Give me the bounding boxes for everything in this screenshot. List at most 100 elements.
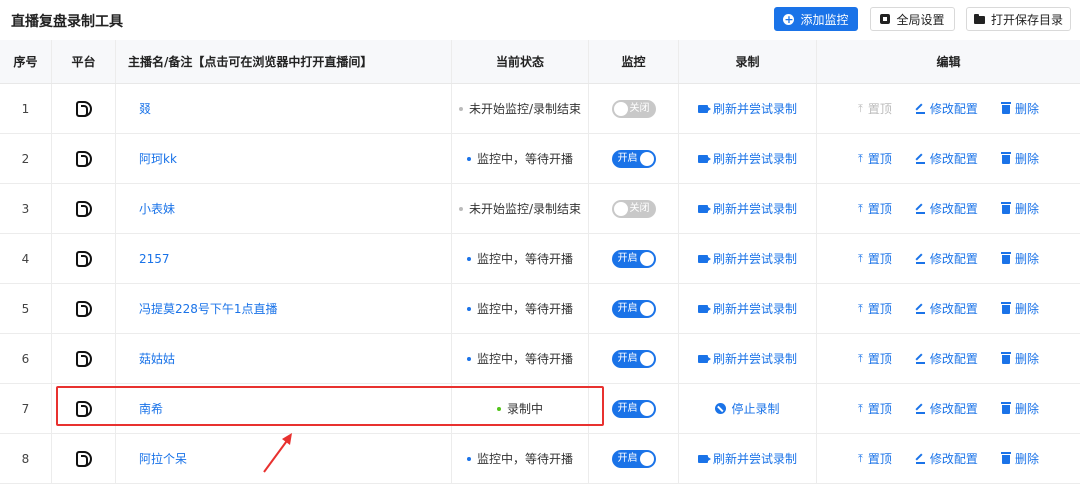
pin-top-icon: ⤒ bbox=[858, 301, 863, 315]
record-action-link[interactable]: 停止录制 bbox=[715, 400, 780, 417]
monitor-cell: 开启 bbox=[589, 134, 679, 183]
table-body: 1 叕未开始监控/录制结束 关闭 刷新并尝试录制 ⤒ 置顶 修改配置 删除 2 阿珂kk 监控中，等… bbox=[0, 84, 1080, 484]
status-label: 监控中，等待开播 bbox=[476, 452, 573, 466]
monitor-cell: 开启 bbox=[589, 234, 679, 283]
global-settings-button[interactable]: 全局设置 bbox=[870, 7, 955, 31]
toggle-label: 开启 bbox=[617, 152, 638, 164]
streamer-name-link[interactable]: 叕 bbox=[139, 100, 151, 117]
monitor-toggle[interactable]: 开启 bbox=[611, 249, 656, 268]
delete-button[interactable]: 删除 bbox=[1000, 300, 1039, 317]
row-index: 7 bbox=[21, 401, 30, 416]
streamer-name-link[interactable]: 小表妹 bbox=[139, 200, 175, 217]
record-cell: 刷新并尝试录制 bbox=[679, 284, 817, 333]
trash-icon bbox=[1000, 302, 1011, 314]
col-platform: 平台 bbox=[52, 40, 116, 83]
pin-top-button[interactable]: ⤒ 置顶 bbox=[858, 350, 892, 367]
status-dot-icon bbox=[466, 156, 471, 161]
status-cell: 监控中，等待开播 bbox=[452, 134, 589, 183]
pin-top-button[interactable]: ⤒ 置顶 bbox=[858, 450, 892, 467]
edit-config-button[interactable]: 修改配置 bbox=[915, 350, 978, 367]
row-index-cell: 6 bbox=[0, 334, 52, 383]
record-action-link[interactable]: 刷新并尝试录制 bbox=[697, 450, 797, 467]
row-index-cell: 3 bbox=[0, 184, 52, 233]
monitor-toggle[interactable]: 开启 bbox=[611, 149, 656, 168]
monitor-toggle[interactable]: 关闭 bbox=[611, 99, 656, 118]
edit-cell: ⤒ 置顶 修改配置 删除 bbox=[817, 434, 1080, 483]
row-index-cell: 7 bbox=[0, 384, 52, 433]
streamer-name-link[interactable]: 2157 bbox=[139, 252, 170, 266]
edit-config-button[interactable]: 修改配置 bbox=[915, 300, 978, 317]
toggle-knob bbox=[639, 401, 654, 416]
pin-top-button[interactable]: ⤒ 置顶 bbox=[858, 400, 892, 417]
platform-logo-icon bbox=[75, 300, 92, 317]
edit-config-button[interactable]: 修改配置 bbox=[915, 250, 978, 267]
add-monitor-button[interactable]: + 添加监控 bbox=[774, 7, 858, 31]
delete-button[interactable]: 删除 bbox=[1000, 450, 1039, 467]
delete-button[interactable]: 删除 bbox=[1000, 100, 1039, 117]
pin-top-icon: ⤒ bbox=[858, 201, 863, 215]
row-index-cell: 1 bbox=[0, 84, 52, 133]
status-text: 监控中，等待开播 bbox=[466, 450, 573, 467]
edit-config-button[interactable]: 修改配置 bbox=[915, 450, 978, 467]
monitor-toggle[interactable]: 开启 bbox=[611, 399, 656, 418]
edit-config-button[interactable]: 修改配置 bbox=[915, 400, 978, 417]
monitor-toggle[interactable]: 开启 bbox=[611, 349, 656, 368]
table-row: 8 阿拉个呆 监控中，等待开播 开启 刷新并尝试录制 ⤒ 置顶 修改配置 删除 bbox=[0, 434, 1080, 484]
row-index: 4 bbox=[21, 251, 30, 266]
streamer-name-link[interactable]: 冯提莫228号下午1点直播 bbox=[139, 300, 278, 317]
record-action-label: 刷新并尝试录制 bbox=[712, 452, 797, 466]
delete-button[interactable]: 删除 bbox=[1000, 400, 1039, 417]
toggle-label: 开启 bbox=[617, 402, 638, 414]
app-title: 直播复盘录制工具 bbox=[11, 14, 123, 30]
record-action-link[interactable]: 刷新并尝试录制 bbox=[697, 300, 797, 317]
status-text: 未开始监控/录制结束 bbox=[458, 100, 581, 117]
platform-logo-icon bbox=[75, 350, 92, 367]
edit-config-button[interactable]: 修改配置 bbox=[915, 100, 978, 117]
pin-top-button[interactable]: ⤒ 置顶 bbox=[858, 200, 892, 217]
pin-top-icon: ⤒ bbox=[858, 451, 863, 465]
streamer-name-link[interactable]: 阿珂kk bbox=[139, 150, 177, 167]
streamer-name-link[interactable]: 南希 bbox=[139, 400, 163, 417]
settings-icon bbox=[880, 14, 891, 24]
edit-config-button[interactable]: 修改配置 bbox=[915, 200, 978, 217]
record-action-link[interactable]: 刷新并尝试录制 bbox=[697, 250, 797, 267]
edit-config-label: 修改配置 bbox=[929, 452, 978, 466]
record-action-link[interactable]: 刷新并尝试录制 bbox=[697, 350, 797, 367]
pin-top-button[interactable]: ⤒ 置顶 bbox=[858, 250, 892, 267]
table-row: 7 南希 录制中 开启 停止录制 ⤒ 置顶 修改配置 删除 bbox=[0, 384, 1080, 434]
streamer-name-link[interactable]: 阿拉个呆 bbox=[139, 450, 187, 467]
pin-top-button[interactable]: ⤒ 置顶 bbox=[858, 300, 892, 317]
pin-top-label: 置顶 bbox=[867, 352, 892, 366]
status-text: 未开始监控/录制结束 bbox=[458, 200, 581, 217]
toggle-label: 开启 bbox=[617, 452, 638, 464]
record-action-link[interactable]: 刷新并尝试录制 bbox=[697, 100, 797, 117]
record-action-link[interactable]: 刷新并尝试录制 bbox=[697, 200, 797, 217]
open-save-dir-label: 打开保存目录 bbox=[990, 12, 1063, 27]
delete-button[interactable]: 删除 bbox=[1000, 250, 1039, 267]
delete-label: 删除 bbox=[1014, 252, 1039, 266]
pin-top-icon: ⤒ bbox=[858, 351, 863, 365]
delete-label: 删除 bbox=[1014, 352, 1039, 366]
delete-label: 删除 bbox=[1014, 452, 1039, 466]
pin-top-button[interactable]: ⤒ 置顶 bbox=[858, 150, 892, 167]
open-save-dir-button[interactable]: 打开保存目录 bbox=[966, 7, 1071, 31]
row-index-cell: 2 bbox=[0, 134, 52, 183]
monitor-toggle[interactable]: 开启 bbox=[611, 299, 656, 318]
monitor-toggle[interactable]: 开启 bbox=[611, 449, 656, 468]
pin-top-icon: ⤒ bbox=[858, 101, 863, 115]
edit-config-button[interactable]: 修改配置 bbox=[915, 150, 978, 167]
pin-top-button[interactable]: ⤒ 置顶 bbox=[858, 100, 892, 117]
monitor-toggle[interactable]: 关闭 bbox=[611, 199, 656, 218]
row-index-cell: 4 bbox=[0, 234, 52, 283]
table-row: 6 菇姑姑 监控中，等待开播 开启 刷新并尝试录制 ⤒ 置顶 修改配置 删除 bbox=[0, 334, 1080, 384]
toggle-knob bbox=[639, 351, 654, 366]
streamer-name-link[interactable]: 菇姑姑 bbox=[139, 350, 175, 367]
delete-button[interactable]: 删除 bbox=[1000, 150, 1039, 167]
delete-button[interactable]: 删除 bbox=[1000, 350, 1039, 367]
add-monitor-label: 添加监控 bbox=[800, 12, 849, 27]
pencil-icon bbox=[915, 153, 925, 164]
record-action-link[interactable]: 刷新并尝试录制 bbox=[697, 150, 797, 167]
toggle-knob bbox=[639, 251, 654, 266]
delete-button[interactable]: 删除 bbox=[1000, 200, 1039, 217]
platform-cell bbox=[52, 434, 116, 483]
